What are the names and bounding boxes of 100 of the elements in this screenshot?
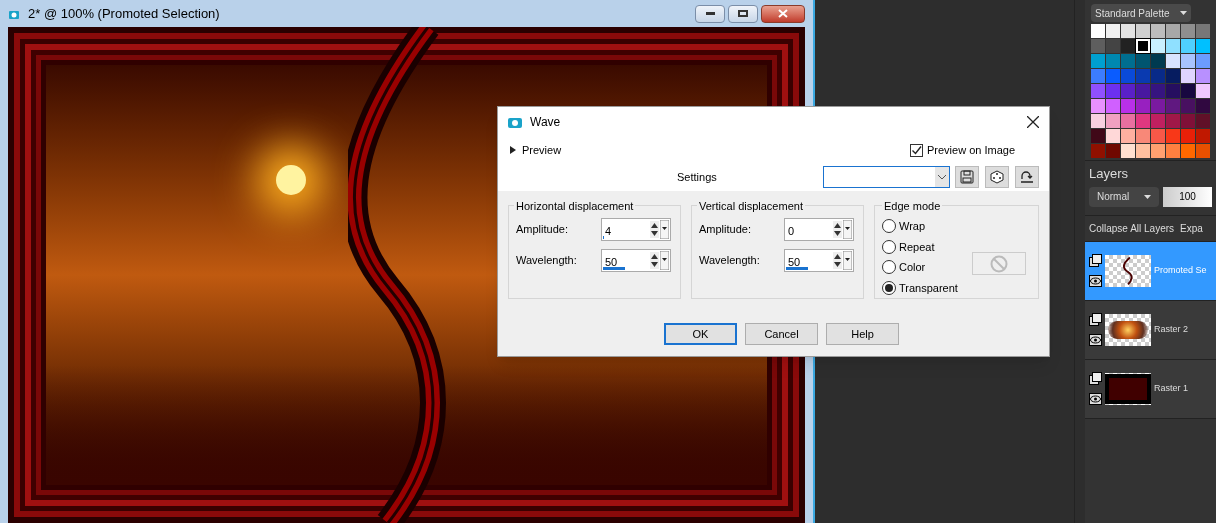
reset-button[interactable]: [1015, 166, 1039, 188]
color-swatch[interactable]: [1196, 144, 1210, 158]
close-button[interactable]: [761, 4, 805, 23]
layer-row[interactable]: Raster 2: [1085, 300, 1216, 360]
color-swatch[interactable]: [1136, 144, 1150, 158]
color-swatch[interactable]: [1196, 69, 1210, 83]
radio-option[interactable]: Repeat: [882, 238, 1038, 255]
close-icon[interactable]: [1027, 116, 1039, 128]
color-swatch[interactable]: [1091, 84, 1105, 98]
color-swatch[interactable]: [1151, 39, 1165, 53]
color-swatch[interactable]: [1181, 144, 1195, 158]
visibility-icon[interactable]: [1089, 393, 1102, 405]
dialog-button[interactable]: Help: [826, 323, 899, 345]
spin-field[interactable]: 0: [784, 218, 854, 241]
color-swatch[interactable]: [1106, 144, 1120, 158]
color-swatch[interactable]: [1166, 39, 1180, 53]
color-swatch[interactable]: [1136, 54, 1150, 68]
save-preset-button[interactable]: [955, 166, 979, 188]
color-swatch[interactable]: [1091, 39, 1105, 53]
spin-field[interactable]: 50: [601, 249, 671, 272]
palette-dropdown[interactable]: Standard Palette: [1091, 4, 1191, 22]
preview-toggle[interactable]: Preview: [510, 141, 562, 159]
color-swatch[interactable]: [1151, 54, 1165, 68]
color-swatch[interactable]: [1166, 84, 1180, 98]
blend-mode-dropdown[interactable]: Normal: [1089, 186, 1159, 207]
color-swatch[interactable]: [1136, 24, 1150, 38]
color-swatch[interactable]: [1091, 54, 1105, 68]
visibility-icon[interactable]: [1089, 334, 1102, 346]
color-swatch[interactable]: [1136, 39, 1150, 53]
opacity-field[interactable]: 100: [1163, 186, 1212, 207]
randomize-button[interactable]: [985, 166, 1009, 188]
color-swatch[interactable]: [1121, 99, 1135, 113]
color-swatch[interactable]: [1151, 24, 1165, 38]
visibility-icon[interactable]: [1089, 275, 1102, 287]
color-swatch[interactable]: [1181, 24, 1195, 38]
color-swatch[interactable]: [1091, 24, 1105, 38]
spinner-icon[interactable]: [833, 219, 853, 240]
color-swatch[interactable]: [1166, 114, 1180, 128]
color-swatch[interactable]: [1166, 69, 1180, 83]
layer-name[interactable]: Raster 2: [1154, 322, 1188, 337]
color-swatch[interactable]: [1181, 99, 1195, 113]
color-swatch[interactable]: [1121, 54, 1135, 68]
toolbar-button[interactable]: Expa: [1180, 220, 1203, 236]
color-swatch[interactable]: [1106, 99, 1120, 113]
spinner-icon[interactable]: [650, 250, 670, 271]
color-swatch[interactable]: [1136, 99, 1150, 113]
color-swatch[interactable]: [1121, 129, 1135, 143]
color-swatch[interactable]: [1196, 24, 1210, 38]
color-swatch[interactable]: [1106, 54, 1120, 68]
color-swatch[interactable]: [1196, 84, 1210, 98]
color-swatch[interactable]: [1181, 54, 1195, 68]
toolbar-button[interactable]: Collapse All Layers: [1089, 220, 1175, 236]
color-swatch-button[interactable]: [972, 252, 1026, 275]
color-swatch[interactable]: [1121, 69, 1135, 83]
color-swatch[interactable]: [1181, 39, 1195, 53]
color-swatch[interactable]: [1106, 129, 1120, 143]
color-swatch[interactable]: [1091, 99, 1105, 113]
color-swatch[interactable]: [1091, 114, 1105, 128]
radio-option[interactable]: Transparent: [882, 279, 1038, 296]
layer-row[interactable]: Raster 1: [1085, 359, 1216, 419]
color-swatch[interactable]: [1181, 69, 1195, 83]
color-swatch[interactable]: [1136, 69, 1150, 83]
color-swatch[interactable]: [1106, 24, 1120, 38]
dialog-button[interactable]: OK: [664, 323, 737, 345]
spin-field[interactable]: 50: [784, 249, 854, 272]
color-swatch[interactable]: [1196, 114, 1210, 128]
color-swatch[interactable]: [1166, 99, 1180, 113]
color-swatch[interactable]: [1091, 144, 1105, 158]
color-swatch[interactable]: [1181, 84, 1195, 98]
color-swatch[interactable]: [1106, 39, 1120, 53]
color-swatch[interactable]: [1136, 129, 1150, 143]
color-swatch[interactable]: [1151, 84, 1165, 98]
layer-group-icon[interactable]: [1089, 254, 1102, 267]
spinner-icon[interactable]: [833, 250, 853, 271]
color-swatch[interactable]: [1151, 69, 1165, 83]
color-swatch[interactable]: [1181, 129, 1195, 143]
color-swatch[interactable]: [1166, 24, 1180, 38]
radio-option[interactable]: Wrap: [882, 218, 1038, 235]
color-swatch[interactable]: [1106, 69, 1120, 83]
color-swatch[interactable]: [1196, 54, 1210, 68]
color-swatch[interactable]: [1121, 144, 1135, 158]
color-swatch[interactable]: [1166, 54, 1180, 68]
color-swatch[interactable]: [1151, 114, 1165, 128]
minimize-button[interactable]: [695, 4, 725, 23]
radio-option[interactable]: Color: [882, 259, 1038, 276]
preview-on-image-checkbox[interactable]: Preview on Image: [909, 141, 1015, 159]
color-swatch[interactable]: [1196, 99, 1210, 113]
color-swatch[interactable]: [1136, 114, 1150, 128]
color-swatch[interactable]: [1136, 84, 1150, 98]
settings-dropdown[interactable]: [823, 166, 950, 188]
color-swatch[interactable]: [1121, 24, 1135, 38]
layer-name[interactable]: Raster 1: [1154, 381, 1188, 396]
color-swatch[interactable]: [1151, 129, 1165, 143]
color-swatch[interactable]: [1121, 39, 1135, 53]
color-swatch[interactable]: [1106, 114, 1120, 128]
layer-group-icon[interactable]: [1089, 372, 1102, 385]
color-swatch[interactable]: [1121, 84, 1135, 98]
maximize-button[interactable]: [728, 4, 758, 23]
dialog-button[interactable]: Cancel: [745, 323, 818, 345]
spin-field[interactable]: 4: [601, 218, 671, 241]
